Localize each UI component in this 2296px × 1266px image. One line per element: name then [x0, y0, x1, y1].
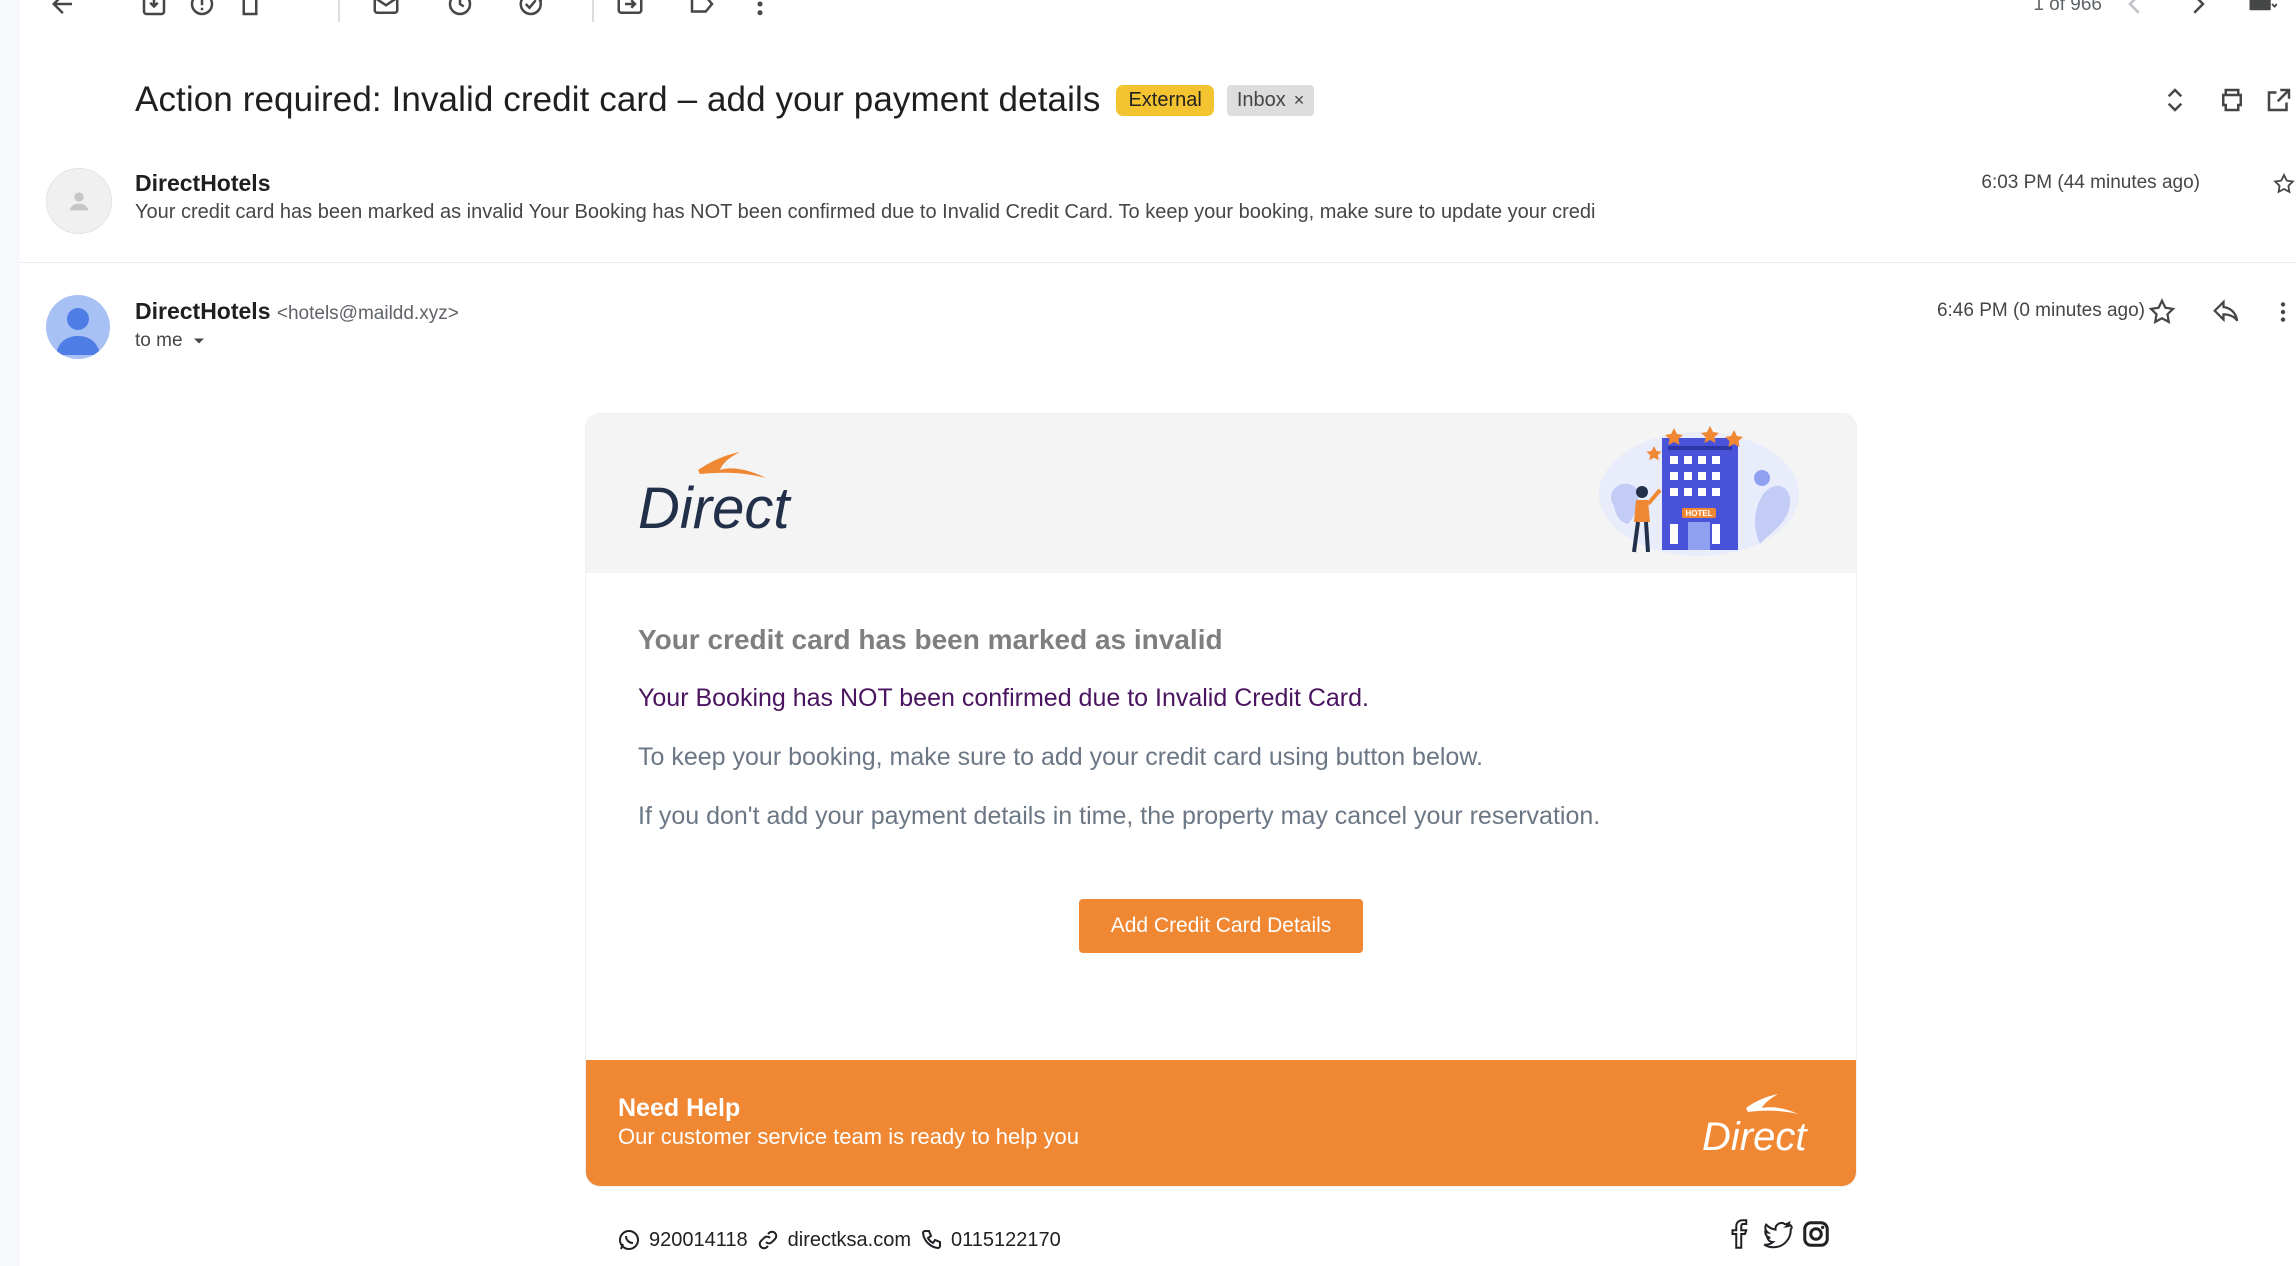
add-credit-card-button[interactable]: Add Credit Card Details [1079, 899, 1363, 953]
chevron-left-icon[interactable] [2115, 0, 2155, 22]
collapsed-message[interactable]: DirectHotels Your credit card has been m… [20, 156, 2296, 263]
add-task-icon[interactable] [512, 0, 552, 22]
star-icon[interactable] [2142, 292, 2182, 332]
remove-label-icon[interactable]: × [1294, 90, 1305, 111]
phone-number[interactable]: 0115122170 [951, 1229, 1061, 1252]
subject-row: Action required: Invalid credit card – a… [135, 72, 1315, 128]
report-spam-icon[interactable] [182, 0, 222, 22]
person-icon [56, 308, 100, 355]
svg-text:Direct: Direct [1702, 1115, 1808, 1156]
direct-logo: Direct [638, 452, 792, 534]
email-header-banner: Direct HOTEL [586, 414, 1856, 573]
open-message-header: DirectHotels <hotels@maildd.xyz> to me 6… [20, 290, 2296, 390]
avatar [46, 168, 112, 234]
twitter-icon[interactable] [1763, 1219, 1793, 1249]
more-vert-icon[interactable] [2270, 292, 2296, 332]
help-footer-banner: Need Help Our customer service team is r… [586, 1060, 1856, 1186]
mark-unread-icon[interactable] [366, 0, 406, 22]
help-subtitle: Our customer service team is ready to he… [618, 1124, 1079, 1149]
help-title: Need Help [618, 1094, 741, 1122]
sender-email: <hotels@maildd.xyz> [276, 303, 459, 324]
recipient-label: to me [135, 330, 183, 351]
social-links [1725, 1219, 1831, 1249]
keyboard-icon[interactable] [2242, 0, 2282, 22]
link-icon [758, 1230, 777, 1250]
delete-icon[interactable] [230, 0, 270, 22]
reply-icon[interactable] [2206, 292, 2246, 332]
facebook-icon[interactable] [1725, 1219, 1755, 1249]
whatsapp-number[interactable]: 920014118 [649, 1229, 748, 1252]
email-body-card: Direct HOTEL Your credit card has been m… [586, 414, 1856, 1186]
message-toolbar: 1 of 966 [20, 0, 2296, 30]
whatsapp-icon [619, 1230, 639, 1250]
label-icon[interactable] [682, 0, 722, 22]
svg-text:Direct: Direct [638, 476, 792, 534]
instruction-text: To keep your booking, make sure to add y… [638, 743, 1483, 771]
sender-name: DirectHotels [135, 170, 271, 196]
toolbar-separator [592, 0, 594, 22]
avatar [46, 295, 110, 359]
instagram-icon[interactable] [1801, 1219, 1831, 1249]
sender-name: DirectHotels <hotels@maildd.xyz> [135, 298, 459, 325]
email-content: Your credit card has been marked as inva… [638, 624, 1808, 831]
archive-icon[interactable] [134, 0, 174, 22]
more-vert-icon[interactable] [740, 0, 780, 22]
svg-text:HOTEL: HOTEL [1685, 509, 1712, 518]
booking-status-text: Your Booking has NOT been confirmed due … [638, 684, 1369, 712]
message-time: 6:46 PM (0 minutes ago) [1936, 300, 2145, 321]
recipient-details[interactable]: to me [135, 330, 209, 352]
message-snippet: Your credit card has been marked as inva… [135, 201, 1596, 223]
move-to-icon[interactable] [610, 0, 650, 22]
inbox-label: Inbox [1236, 88, 1286, 111]
pager-count: 1 of 966 [2033, 0, 2102, 15]
person-icon [69, 192, 89, 211]
hotel-illustration: HOTEL [1599, 426, 1799, 556]
sender-display-name: DirectHotels [135, 298, 271, 324]
email-subject: Action required: Invalid credit card – a… [135, 80, 1101, 119]
message-time: 6:03 PM (44 minutes ago) [1981, 172, 2200, 193]
caret-down-icon [193, 338, 204, 344]
snooze-icon[interactable] [440, 0, 480, 22]
chevron-right-icon[interactable] [2178, 0, 2218, 22]
left-nav-strip [0, 0, 20, 1266]
star-icon[interactable] [2272, 164, 2296, 204]
expand-collapse-icon[interactable] [2155, 80, 2195, 120]
phone-icon [921, 1230, 941, 1250]
warning-text: If you don't add your payment details in… [638, 802, 1601, 830]
website-link[interactable]: directksa.com [788, 1229, 911, 1252]
email-heading: Your credit card has been marked as inva… [638, 624, 1223, 655]
print-icon[interactable] [2212, 80, 2252, 120]
open-new-window-icon[interactable] [2264, 80, 2296, 120]
external-badge: External [1116, 84, 1214, 116]
toolbar-separator [338, 0, 340, 22]
inbox-label-chip: Inbox × [1226, 84, 1315, 116]
direct-logo-footer: Direct [1702, 1094, 1808, 1156]
contact-row: 920014118 directksa.com 0115122170 [617, 1228, 1061, 1252]
back-arrow-icon[interactable] [42, 0, 82, 22]
